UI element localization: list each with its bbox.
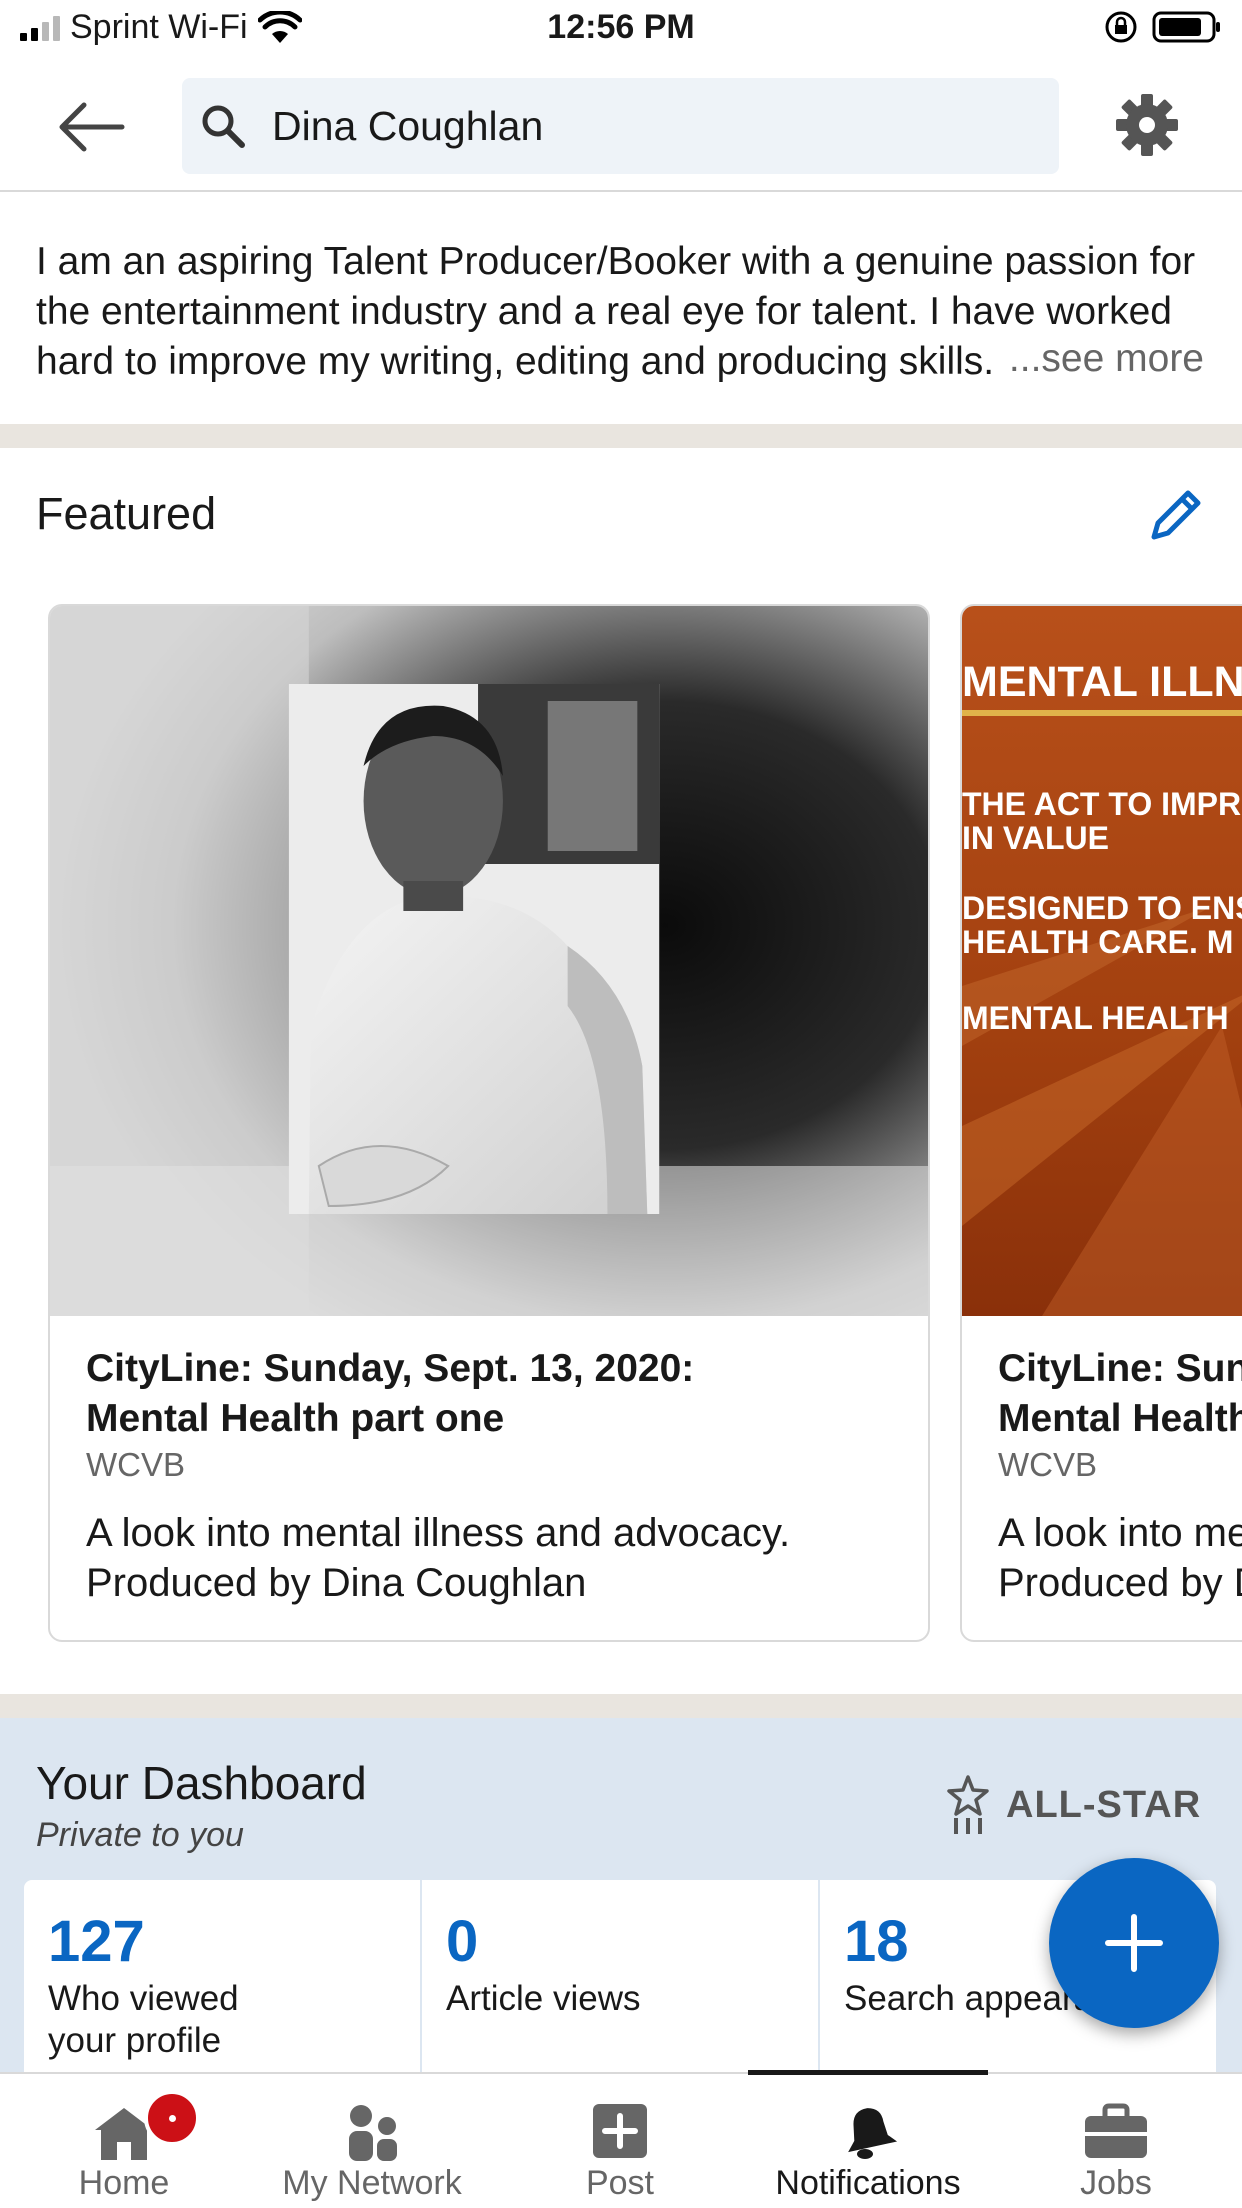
status-right — [1104, 10, 1222, 44]
featured-card[interactable]: MENTAL ILLNESS THE ACT TO IMPROVE IN VAL… — [960, 604, 1242, 1642]
active-tab-indicator — [748, 2070, 988, 2075]
nav-label: Post — [585, 2164, 655, 2202]
search-input[interactable]: Dina Coughlan — [182, 78, 1059, 174]
card-source: WCVB — [998, 1446, 1097, 1483]
nav-home[interactable]: Home — [0, 2074, 248, 2208]
bottom-navigation: Home My Network Post Notifications Jobs — [0, 2070, 1242, 2208]
plus-icon — [1105, 1914, 1163, 1972]
featured-thumbnail — [962, 606, 1242, 1316]
section-divider — [0, 424, 1242, 448]
featured-thumbnail — [50, 606, 928, 1316]
featured-card[interactable]: CityLine: Sunday, Sept. 13, 2020: Mental… — [48, 604, 930, 1642]
status-bar: Sprint Wi-Fi 12:56 PM — [0, 0, 1242, 62]
card-title: CityLine: Sunday, Sept. 13, 2020: Mental… — [86, 1347, 695, 1440]
top-header: Dina Coughlan — [0, 62, 1242, 192]
featured-section: Featured CityLine: Sunday, Sept. 13, 202… — [0, 448, 1242, 1694]
nav-my-network[interactable]: My Network — [248, 2074, 496, 2208]
dashboard-stats: 127 Who viewed your profile 0 Article vi… — [24, 1880, 1216, 2072]
stat-label: Who viewed your profile — [48, 1979, 239, 2060]
stat-label: Article views — [446, 1979, 641, 2018]
all-star-label: ALL-STAR — [1006, 1783, 1202, 1826]
create-fab-button[interactable] — [1049, 1858, 1219, 2028]
search-value: Dina Coughlan — [272, 102, 544, 149]
nav-label: Home — [78, 2164, 170, 2202]
notification-badge — [144, 2090, 200, 2146]
card-source: WCVB — [86, 1446, 185, 1483]
see-more-link[interactable]: ...see more — [994, 337, 1204, 381]
about-section: I am an aspiring Talent Producer/Booker … — [0, 192, 1242, 424]
nav-jobs[interactable]: Jobs — [992, 2074, 1240, 2208]
star-icon — [947, 1775, 989, 1834]
nav-post[interactable]: Post — [496, 2074, 744, 2208]
thumbnail-caption: MENTAL HEALTH — [962, 1000, 1229, 1036]
stat-value: 18 — [844, 1909, 909, 1974]
thumbnail-caption: DESIGNED TO ENSURE — [962, 890, 1242, 926]
thumbnail-caption: HEALTH CARE. M — [962, 924, 1234, 960]
search-icon — [202, 105, 245, 148]
featured-title: Featured — [36, 488, 217, 539]
nav-label: Jobs — [1080, 2164, 1152, 2202]
back-arrow-icon[interactable] — [56, 100, 126, 154]
stat-article-views[interactable]: 0 Article views — [422, 1880, 820, 2072]
stat-profile-views[interactable]: 127 Who viewed your profile — [24, 1880, 422, 2072]
lock-rotation-icon — [1105, 11, 1137, 43]
post-icon — [593, 2104, 647, 2158]
nav-label: Notifications — [775, 2164, 961, 2202]
thumbnail-caption: THE ACT TO IMPROVE — [962, 786, 1242, 822]
thumbnail-caption: MENTAL ILLNESS — [962, 658, 1242, 706]
dashboard-subtitle: Private to you — [36, 1816, 244, 1854]
card-title: CityLine: Sunday, Sept. 13, 2020: Mental… — [998, 1347, 1242, 1440]
card-description: A look into mental illness and advocacy.… — [998, 1511, 1242, 1605]
gear-icon[interactable] — [1114, 92, 1180, 158]
nav-label: My Network — [282, 2164, 462, 2202]
status-time: 12:56 PM — [547, 8, 695, 46]
bell-icon — [848, 2108, 898, 2159]
all-star-badge: ALL-STAR — [944, 1774, 1201, 1836]
briefcase-icon — [1085, 2103, 1147, 2158]
pencil-icon[interactable] — [1144, 483, 1208, 547]
section-divider — [0, 1694, 1242, 1718]
nav-notifications[interactable]: Notifications — [744, 2070, 992, 2208]
people-icon — [349, 2105, 397, 2161]
dashboard-title: Your Dashboard — [36, 1757, 367, 1809]
stat-value: 127 — [48, 1909, 145, 1974]
thumbnail-caption: IN VALUE — [962, 820, 1109, 856]
battery-icon — [1152, 11, 1220, 43]
dashboard-section: Your Dashboard Private to you ALL-STAR 1… — [0, 1718, 1242, 2072]
card-description: A look into mental illness and advocacy.… — [86, 1511, 791, 1605]
stat-value: 0 — [446, 1909, 479, 1974]
